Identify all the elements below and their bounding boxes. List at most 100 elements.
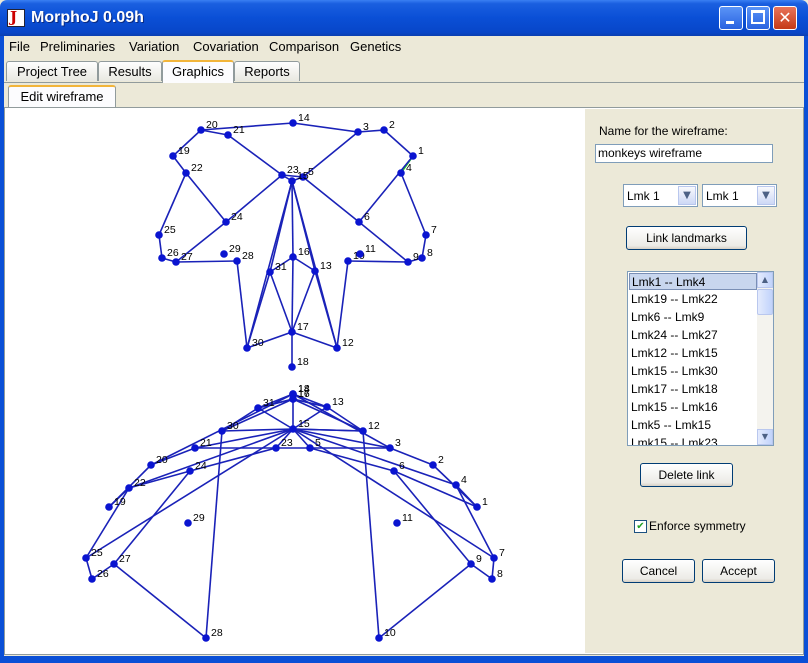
landmark-label-top: 5: [308, 166, 314, 178]
main-tabs: Project Tree Results Graphics Reports: [4, 60, 804, 83]
enforce-symmetry-checkbox[interactable]: ✔: [634, 520, 647, 533]
landmark-label-bottom: 20: [156, 454, 168, 466]
landmark-point-bottom: [390, 467, 398, 475]
list-item[interactable]: Lmk15 -- Lmk16: [629, 399, 757, 416]
links-list[interactable]: Lmk1 -- Lmk4 Lmk19 -- Lmk22 Lmk6 -- Lmk9…: [627, 271, 774, 446]
landmark-label-bottom: 26: [97, 568, 109, 580]
tab-results[interactable]: Results: [98, 61, 162, 81]
landmark-point-top: [422, 231, 430, 239]
landmark-label-bottom: 7: [499, 547, 505, 559]
minimize-icon: [726, 21, 734, 24]
landmark-select-2[interactable]: Lmk 1 ▼: [702, 184, 777, 207]
landmark-point-bottom: [393, 519, 401, 527]
title-bar[interactable]: J MorphoJ 0.09h ✕: [0, 0, 808, 36]
list-item[interactable]: Lmk6 -- Lmk9: [629, 309, 757, 326]
delete-link-button[interactable]: Delete link: [640, 463, 733, 487]
menu-bar: File Preliminaries Variation Covariation…: [4, 36, 804, 57]
landmark-label-top: 20: [206, 119, 218, 131]
cancel-button[interactable]: Cancel: [622, 559, 695, 583]
landmark-label-top: 24: [231, 211, 243, 223]
landmark-point-bottom: [386, 444, 394, 452]
close-icon: ✕: [778, 8, 792, 27]
landmark-point-top: [404, 258, 412, 266]
landmark-label-bottom: 23: [281, 437, 293, 449]
tab-reports[interactable]: Reports: [234, 61, 300, 81]
wireframe-link-bottom: [389, 447, 434, 466]
landmark-point-top: [397, 169, 405, 177]
wireframe-graphic[interactable]: 1234567891011121314151617181920212223242…: [6, 109, 584, 653]
landmark-label-top: 14: [298, 112, 310, 124]
menu-genetics[interactable]: Genetics: [350, 39, 401, 54]
name-label: Name for the wireframe:: [599, 124, 728, 138]
landmark-label-top: 31: [275, 261, 287, 273]
landmark-point-top: [354, 128, 362, 136]
tab-graphics[interactable]: Graphics: [162, 60, 234, 83]
landmark-point-bottom: [88, 575, 96, 583]
menu-comparison[interactable]: Comparison: [269, 39, 339, 54]
landmark-label-top: 28: [242, 250, 254, 262]
landmark-point-top: [155, 231, 163, 239]
list-item[interactable]: Lmk24 -- Lmk27: [629, 327, 757, 344]
menu-file[interactable]: File: [9, 39, 30, 54]
landmark-label-top: 6: [364, 211, 370, 223]
landmark-point-top: [289, 253, 297, 261]
landmark-point-top: [311, 267, 319, 275]
link-landmarks-button[interactable]: Link landmarks: [626, 226, 747, 250]
wireframe-link-bottom: [85, 428, 294, 559]
links-scrollbar[interactable]: ▲ ▼: [757, 272, 773, 445]
landmark-point-bottom: [488, 575, 496, 583]
landmark-label-bottom: 30: [227, 420, 239, 432]
landmark-point-top: [182, 169, 190, 177]
landmark-point-bottom: [473, 503, 481, 511]
close-button[interactable]: ✕: [773, 6, 797, 30]
maximize-icon: [751, 10, 765, 24]
accept-button[interactable]: Accept: [702, 559, 775, 583]
scroll-up-icon[interactable]: ▲: [757, 272, 773, 288]
landmark-point-top: [409, 152, 417, 160]
wireframe-canvas[interactable]: 1234567891011121314151617181920212223242…: [6, 109, 584, 653]
landmark-point-top: [355, 218, 363, 226]
wireframe-link-bottom: [205, 430, 223, 639]
wireframe-link-top: [269, 271, 293, 333]
list-item[interactable]: Lmk5 -- Lmk15: [629, 417, 757, 434]
maximize-button[interactable]: [746, 6, 770, 30]
landmark-point-bottom: [289, 390, 297, 398]
landmark-point-bottom: [272, 444, 280, 452]
list-item[interactable]: Lmk15 -- Lmk30: [629, 363, 757, 380]
scroll-thumb[interactable]: [757, 289, 773, 315]
tab-edit-wireframe[interactable]: Edit wireframe: [8, 85, 116, 108]
landmark-label-top: 26: [167, 247, 179, 259]
list-item[interactable]: Lmk1 -- Lmk4: [629, 273, 757, 290]
list-item[interactable]: Lmk19 -- Lmk22: [629, 291, 757, 308]
menu-preliminaries[interactable]: Preliminaries: [40, 39, 115, 54]
list-item[interactable]: Lmk17 -- Lmk18: [629, 381, 757, 398]
landmark-point-bottom: [375, 634, 383, 642]
landmark-label-bottom: 25: [91, 547, 103, 559]
chevron-down-icon[interactable]: ▼: [757, 186, 775, 205]
landmark-label-top: 16: [298, 246, 310, 258]
wireframe-link-top: [291, 256, 294, 333]
landmark-select-1[interactable]: Lmk 1 ▼: [623, 184, 698, 207]
landmark-label-top: 21: [233, 124, 245, 136]
list-item[interactable]: Lmk15 -- Lmk23: [629, 435, 757, 445]
landmark-point-bottom: [125, 484, 133, 492]
menu-variation[interactable]: Variation: [129, 39, 179, 54]
window-border-bottom: [0, 656, 808, 663]
landmark-label-top: 29: [229, 243, 241, 255]
landmark-label-top: 1: [418, 145, 424, 157]
landmark-label-top: 12: [342, 337, 354, 349]
chevron-down-icon[interactable]: ▼: [678, 186, 696, 205]
menu-covariation[interactable]: Covariation: [193, 39, 259, 54]
landmark-point-bottom: [191, 444, 199, 452]
tab-project-tree[interactable]: Project Tree: [6, 61, 98, 81]
landmark-label-top: 18: [297, 356, 309, 368]
list-item[interactable]: Lmk12 -- Lmk15: [629, 345, 757, 362]
wireframe-name-input[interactable]: monkeys wireframe: [595, 144, 773, 163]
minimize-button[interactable]: [719, 6, 743, 30]
landmark-point-top: [288, 363, 296, 371]
scroll-down-icon[interactable]: ▼: [757, 429, 773, 445]
landmark-point-top: [233, 257, 241, 265]
wireframe-link-bottom: [455, 484, 495, 559]
landmark-point-bottom: [110, 560, 118, 568]
window-border-right: [804, 36, 808, 663]
